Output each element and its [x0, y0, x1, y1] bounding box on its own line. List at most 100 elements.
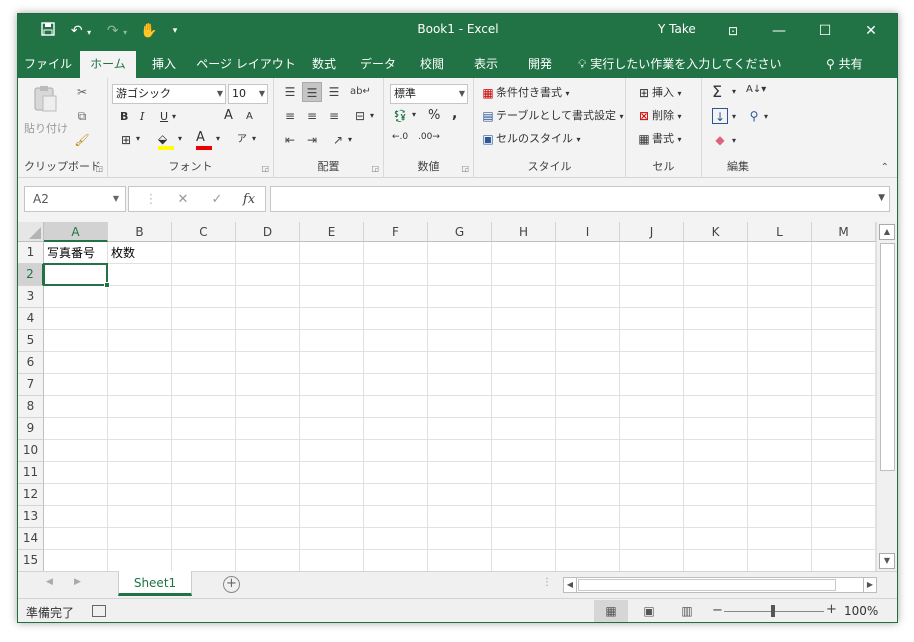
tab-home[interactable]: ホーム: [80, 51, 136, 78]
paste-button[interactable]: 貼り付け: [22, 82, 68, 142]
row-header-3[interactable]: 3: [18, 286, 44, 308]
row-header-7[interactable]: 7: [18, 374, 44, 396]
chevron-down-icon[interactable]: ▾: [216, 134, 220, 143]
enter-icon[interactable]: ✓: [205, 187, 229, 213]
row-header-12[interactable]: 12: [18, 484, 44, 506]
tab-data[interactable]: データ: [352, 51, 404, 78]
row-header-11[interactable]: 11: [18, 462, 44, 484]
scroll-left-icon[interactable]: ◀: [564, 578, 577, 592]
column-header-g[interactable]: G: [428, 222, 492, 242]
borders-icon[interactable]: ⊞: [118, 132, 134, 148]
maximize-button[interactable]: ☐: [802, 14, 848, 48]
decrease-indent-icon[interactable]: ⇤: [280, 130, 300, 150]
insert-function-icon[interactable]: fx: [237, 187, 261, 213]
share-button[interactable]: ⚲ 共有: [826, 51, 863, 78]
row-header-9[interactable]: 9: [18, 418, 44, 440]
scroll-down-icon[interactable]: ▼: [879, 553, 895, 569]
column-header-i[interactable]: I: [556, 222, 620, 242]
chevron-down-icon[interactable]: ▾: [732, 87, 736, 96]
decrease-decimal-icon[interactable]: .00→: [418, 132, 440, 142]
worksheet-grid[interactable]: ABCDEFGHIJKLM 1 2 3 4 5 6 7 8 9 10 11 12 13 14 15 写真番号…: [18, 222, 897, 571]
scroll-up-icon[interactable]: ▲: [879, 224, 895, 240]
tab-insert[interactable]: 挿入: [142, 51, 186, 78]
tell-me-box[interactable]: 💡︎ 実行したい作業を入力してください: [578, 51, 782, 78]
collapse-ribbon-icon[interactable]: ⌃: [881, 162, 889, 173]
name-box[interactable]: A2 ▼: [24, 186, 126, 212]
customize-qat-icon[interactable]: ▾: [168, 21, 182, 41]
active-cell-border[interactable]: [43, 263, 108, 286]
expand-formula-bar-icon[interactable]: ▼: [878, 193, 885, 203]
chevron-down-icon[interactable]: ▾: [732, 112, 736, 121]
horizontal-scrollbar[interactable]: ◀ ▶: [563, 577, 877, 593]
number-launcher-icon[interactable]: ◲: [461, 164, 469, 173]
find-select-icon[interactable]: ⚲: [746, 108, 762, 124]
row-header-2[interactable]: 2: [18, 264, 44, 286]
conditional-formatting-button[interactable]: ▦ 条件付き書式 ▾: [480, 84, 569, 101]
row-header-13[interactable]: 13: [18, 506, 44, 528]
align-bottom-icon[interactable]: ☰: [324, 82, 344, 102]
vertical-scroll-thumb[interactable]: [880, 243, 895, 471]
orientation-icon[interactable]: ↗: [328, 130, 348, 150]
align-top-icon[interactable]: ☰: [280, 82, 300, 102]
comma-style-icon[interactable]: ,: [452, 106, 457, 122]
undo-icon[interactable]: ↶ ▾: [66, 21, 96, 41]
close-button[interactable]: ✕: [848, 14, 894, 48]
tab-formulas[interactable]: 数式: [304, 51, 344, 78]
ribbon-display-options-icon[interactable]: ⊡: [710, 14, 756, 48]
row-header-14[interactable]: 14: [18, 528, 44, 550]
column-header-h[interactable]: H: [492, 222, 556, 242]
chevron-down-icon[interactable]: ▾: [252, 134, 256, 143]
column-header-j[interactable]: J: [620, 222, 684, 242]
zoom-in-button[interactable]: +: [826, 602, 837, 617]
row-header-1[interactable]: 1: [18, 242, 44, 264]
clipboard-launcher-icon[interactable]: ◲: [95, 164, 103, 173]
phonetic-guide-icon[interactable]: ア: [234, 132, 250, 148]
align-middle-icon[interactable]: ☰: [302, 82, 322, 102]
autosum-icon[interactable]: Σ: [712, 82, 722, 101]
vertical-scrollbar[interactable]: ▲ ▼: [876, 222, 897, 571]
column-header-m[interactable]: M: [812, 222, 876, 242]
column-header-a[interactable]: A: [44, 222, 108, 242]
chevron-down-icon[interactable]: ▾: [178, 134, 182, 143]
touch-mode-icon[interactable]: ✋: [138, 21, 160, 41]
fill-color-icon[interactable]: ⬙: [158, 132, 174, 150]
tab-page-layout[interactable]: ページ レイアウト: [194, 51, 298, 78]
formula-input[interactable]: ▼: [270, 186, 890, 212]
zoom-slider-thumb[interactable]: [771, 605, 775, 617]
zoom-level[interactable]: 100%: [844, 604, 878, 618]
align-center-icon[interactable]: ≡: [302, 106, 322, 126]
chevron-down-icon[interactable]: ▾: [172, 112, 176, 121]
format-cells-button[interactable]: ▦ 書式 ▾: [636, 130, 681, 147]
column-header-l[interactable]: L: [748, 222, 812, 242]
cut-icon[interactable]: ✂: [74, 84, 90, 100]
sheet-tab[interactable]: Sheet1: [118, 571, 192, 596]
increase-indent-icon[interactable]: ⇥: [302, 130, 322, 150]
font-color-icon[interactable]: A: [196, 130, 212, 150]
merge-center-icon[interactable]: ⊟: [350, 106, 370, 126]
user-name[interactable]: Y Take: [658, 22, 696, 36]
cell-b1[interactable]: 枚数: [108, 242, 135, 264]
chevron-down-icon[interactable]: ▾: [764, 112, 768, 121]
tab-developer[interactable]: 開発: [518, 51, 562, 78]
percent-icon[interactable]: %: [428, 108, 440, 123]
fill-handle[interactable]: [104, 282, 110, 288]
macro-record-icon[interactable]: [92, 605, 106, 617]
column-header-f[interactable]: F: [364, 222, 428, 242]
row-header-5[interactable]: 5: [18, 330, 44, 352]
column-header-b[interactable]: B: [108, 222, 172, 242]
format-as-table-button[interactable]: ▤ テーブルとして書式設定 ▾: [480, 107, 623, 124]
fill-icon[interactable]: ↓: [712, 108, 728, 124]
insert-cells-button[interactable]: ⊞ 挿入 ▾: [636, 84, 682, 101]
chevron-down-icon[interactable]: ▾: [136, 134, 140, 143]
grow-font-button[interactable]: A: [224, 108, 233, 123]
bold-button[interactable]: B: [120, 110, 128, 123]
copy-icon[interactable]: ⧉: [74, 108, 90, 124]
row-header-6[interactable]: 6: [18, 352, 44, 374]
increase-decimal-icon[interactable]: ←.0: [392, 132, 408, 142]
font-name-select[interactable]: 游ゴシック ▼: [112, 84, 226, 104]
wrap-text-icon[interactable]: ab↵: [350, 82, 371, 102]
normal-view-icon[interactable]: ▦: [594, 600, 628, 622]
chevron-down-icon[interactable]: ▾: [348, 135, 352, 144]
next-sheet-icon[interactable]: ▶: [74, 577, 81, 587]
cell-a1[interactable]: 写真番号: [44, 242, 95, 264]
